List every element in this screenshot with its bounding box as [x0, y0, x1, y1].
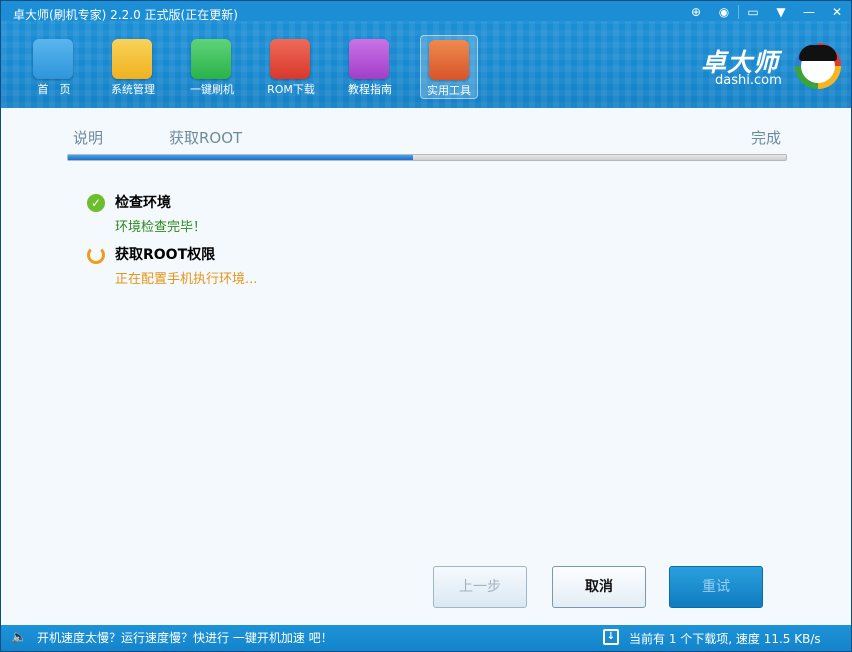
step-get-root: 获取ROOT: [169, 129, 243, 147]
toolbar-label: ROM下载: [267, 83, 315, 96]
step-intro: 说明: [73, 129, 104, 147]
status-detail: 环境检查完毕！: [115, 220, 207, 235]
main-toolbar: 首 页 系统管理 一键刷机 ROM下载 教程指南 实用工具: [25, 35, 499, 101]
toolbar-label: 首 页: [37, 83, 71, 96]
status-title: 获取ROOT权限: [115, 247, 216, 263]
status-bar: 🔈 开机速度太慢？运行速度慢？快进行 一键开机加速 吧！ ↓ 当前有 1 个下载…: [1, 625, 851, 651]
notebook-icon: [349, 39, 389, 79]
step-done: 完成: [750, 129, 781, 147]
app-window: 卓大师(刷机专家) 2.2.0 正式版(正在更新) ⊕ ◉ ▭ ▼ — ✕ 首 …: [0, 0, 852, 652]
download-status[interactable]: 当前有 1 个下载项, 速度 11.5 KB/s: [629, 631, 821, 647]
feedback-icon[interactable]: ▭: [739, 3, 767, 21]
cart-icon: [270, 39, 310, 79]
toolbar-rom-download[interactable]: ROM下载: [262, 35, 320, 99]
toolbar-label: 教程指南: [348, 83, 392, 96]
download-icon[interactable]: ↓: [603, 629, 619, 645]
toolbar-home[interactable]: 首 页: [25, 35, 83, 99]
home-icon: [33, 39, 73, 79]
toolbar-one-click-flash[interactable]: 一键刷机: [183, 35, 241, 99]
check-icon: ✓: [87, 194, 105, 212]
brand-logo: 卓大师 dashi.com: [693, 43, 843, 95]
status-title: 检查环境: [115, 195, 171, 211]
toolbar-utilities[interactable]: 实用工具: [420, 35, 478, 99]
promo-message[interactable]: 开机速度太慢？运行速度慢？快进行 一键开机加速 吧！: [37, 630, 333, 646]
retry-button[interactable]: 重试: [669, 566, 763, 608]
header-bar: 卓大师(刷机专家) 2.2.0 正式版(正在更新) ⊕ ◉ ▭ ▼ — ✕ 首 …: [1, 1, 851, 108]
mascot-icon: [795, 43, 841, 89]
prev-step-button[interactable]: 上一步: [433, 566, 527, 608]
toolbar-label: 系统管理: [111, 83, 155, 96]
mascot-hat: [799, 45, 837, 61]
logo-en: dashi.com: [715, 73, 782, 88]
close-icon[interactable]: ✕: [823, 3, 851, 21]
toolbar-tutorial[interactable]: 教程指南: [341, 35, 399, 99]
speaker-icon: 🔈: [11, 630, 28, 645]
progress-track: [67, 154, 787, 161]
titlebar-controls: ⊕ ◉ ▭ ▼ — ✕: [682, 3, 851, 21]
progress-fill: [68, 155, 413, 160]
refresh-icon: [191, 39, 231, 79]
toolbar-system-manage[interactable]: 系统管理: [104, 35, 162, 99]
toolbar-label: 实用工具: [427, 84, 471, 97]
window-title: 卓大师(刷机专家) 2.2.0 正式版(正在更新): [13, 8, 238, 22]
loading-icon: [87, 246, 105, 264]
minimize-icon[interactable]: —: [795, 3, 823, 21]
weibo-icon[interactable]: ◉: [710, 3, 738, 21]
menu-icon[interactable]: ▼: [767, 3, 795, 21]
step-progress: 说明 获取ROOT 完成: [67, 127, 787, 163]
toolbox-icon: [112, 39, 152, 79]
cancel-button[interactable]: 取消: [552, 566, 646, 608]
search-icon[interactable]: ⊕: [682, 3, 710, 21]
tools-icon: [429, 40, 469, 80]
toolbar-label: 一键刷机: [190, 83, 234, 96]
status-detail: 正在配置手机执行环境...: [115, 272, 258, 287]
